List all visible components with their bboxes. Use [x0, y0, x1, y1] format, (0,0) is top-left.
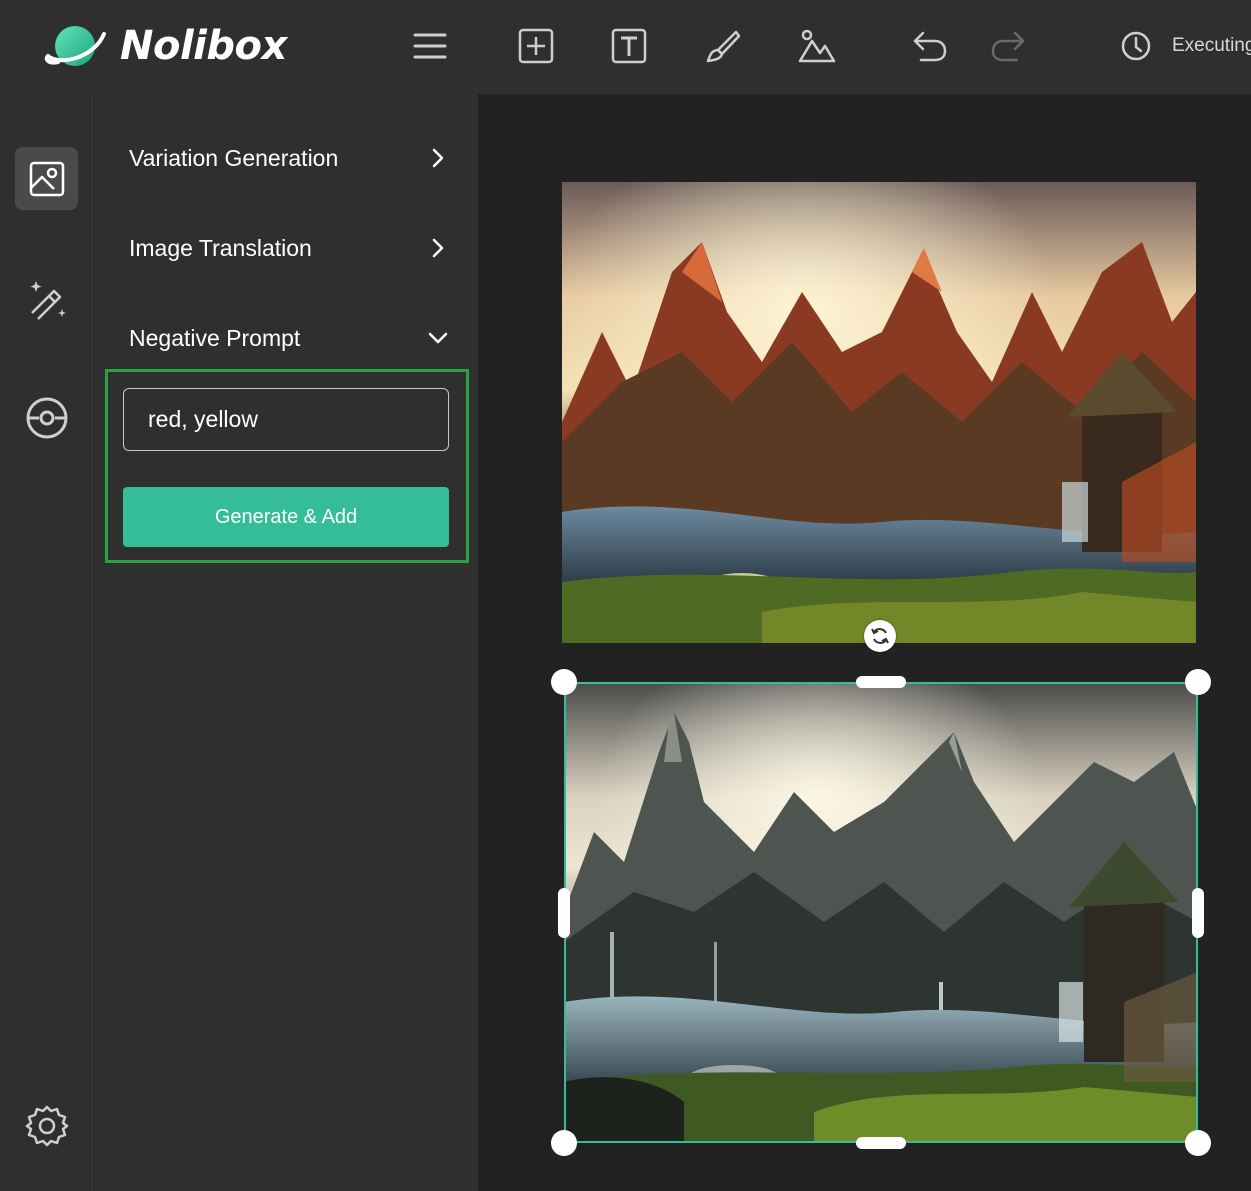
app-root: Nolibox Executing Variation Generation I…: [0, 0, 1251, 1191]
resize-handle-top-right[interactable]: [1185, 669, 1211, 695]
magic-wand-icon: [30, 280, 66, 320]
rotate-icon: [871, 628, 889, 644]
menu-image-translation[interactable]: Image Translation: [129, 228, 449, 268]
redo-icon[interactable]: [989, 27, 1027, 65]
chevron-down-icon: [428, 332, 448, 344]
image-icon[interactable]: [798, 27, 836, 65]
add-frame-icon[interactable]: [517, 27, 555, 65]
menu-label: Negative Prompt: [129, 324, 301, 351]
generated-image-original[interactable]: [562, 182, 1196, 643]
generate-add-button[interactable]: Generate & Add: [123, 487, 449, 547]
left-rail: [0, 94, 93, 1191]
canvas-area[interactable]: [478, 94, 1251, 1191]
status-text: Executing: [1172, 35, 1251, 56]
execution-status: Executing: [1120, 30, 1251, 62]
menu-label: Variation Generation: [129, 144, 339, 171]
planet-logo-icon: [44, 26, 106, 66]
rotate-handle[interactable]: [864, 620, 896, 652]
rail-image-panel-button[interactable]: [15, 147, 78, 210]
fantasy-landscape-warm: [562, 182, 1196, 643]
resize-handle-bottom-right[interactable]: [1185, 1130, 1211, 1156]
negative-prompt-input[interactable]: [123, 388, 449, 451]
resize-handle-bottom[interactable]: [856, 1137, 906, 1149]
resize-handle-right[interactable]: [1192, 888, 1204, 938]
text-icon[interactable]: [610, 27, 648, 65]
rail-magic-button[interactable]: [15, 266, 78, 329]
brush-icon[interactable]: [704, 27, 742, 65]
resize-handle-left[interactable]: [558, 888, 570, 938]
menu-label: Image Translation: [129, 234, 312, 261]
clock-icon: [1121, 31, 1151, 61]
resize-handle-top-left[interactable]: [551, 669, 577, 695]
side-panel: Variation Generation Image Translation N…: [94, 94, 478, 1191]
undo-icon[interactable]: [911, 27, 949, 65]
logo-text: Nolibox: [120, 23, 287, 69]
top-toolbar: Nolibox Executing: [0, 0, 1251, 94]
settings-icon: [25, 1105, 68, 1146]
rail-settings-button[interactable]: [15, 1094, 78, 1157]
chevron-right-icon: [432, 238, 444, 258]
fantasy-landscape-cool: [564, 682, 1198, 1143]
logo[interactable]: Nolibox: [44, 20, 287, 72]
rail-plugin-button[interactable]: [15, 386, 78, 449]
menu-variation-generation[interactable]: Variation Generation: [129, 138, 449, 178]
menu-negative-prompt[interactable]: Negative Prompt: [129, 318, 449, 358]
plugin-icon: [26, 397, 67, 438]
resize-handle-top[interactable]: [856, 676, 906, 688]
menu-icon[interactable]: [411, 27, 449, 65]
chevron-right-icon: [432, 148, 444, 168]
image-panel-icon: [29, 161, 64, 196]
generated-image-variation[interactable]: [564, 682, 1198, 1143]
resize-handle-bottom-left[interactable]: [551, 1130, 577, 1156]
